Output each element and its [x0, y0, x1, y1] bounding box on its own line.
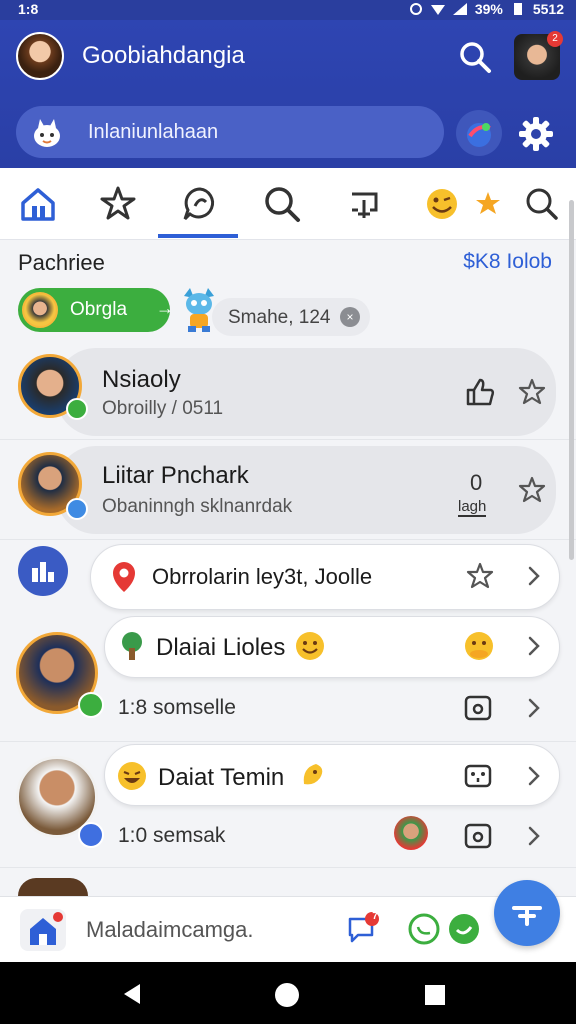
activity-button[interactable]: [456, 110, 502, 156]
home-button[interactable]: [20, 909, 66, 951]
hugging-face-icon[interactable]: [462, 630, 496, 664]
mascot-icon: [34, 119, 60, 147]
home-icon[interactable]: [18, 184, 58, 224]
star-filled-icon[interactable]: [468, 184, 508, 224]
search-icon-tab[interactable]: [522, 184, 562, 224]
side-digit: 0: [470, 470, 483, 495]
app-logo-avatar: [18, 546, 68, 596]
close-icon[interactable]: ×: [340, 307, 360, 327]
bottom-bar: Maladaimcamga. 7: [0, 896, 576, 962]
list-item[interactable]: Obrrolarin ley3t, Joolle: [0, 540, 576, 616]
online-status-icon: [78, 692, 104, 718]
robot-icon[interactable]: [462, 760, 494, 792]
home-circle-icon[interactable]: [274, 982, 300, 1008]
bubble-text: Dlaiai Lioles: [156, 634, 286, 661]
chevron-right-icon[interactable]: [518, 692, 550, 724]
chat-badge: 7: [372, 911, 378, 922]
chip-label: Smahe, 124: [228, 307, 331, 328]
chip-label: Obrgla: [70, 299, 128, 320]
chevron-right-icon[interactable]: [518, 560, 550, 592]
battery-icon: [513, 3, 522, 15]
profile-avatar[interactable]: [16, 32, 64, 80]
compose-input[interactable]: Maladaimcamga.: [86, 917, 254, 943]
notification-badge: 2: [547, 31, 563, 47]
contact-subtitle: Obaninngh sklnanrdak: [102, 496, 293, 517]
status-bar: 1:8 39% 5512: [0, 0, 576, 20]
search-icon[interactable]: [458, 40, 492, 74]
status-right: 39% 5512: [409, 1, 564, 17]
chip-avatar: [22, 292, 58, 328]
filter-chip-grey[interactable]: Smahe, 124 ×: [212, 298, 370, 336]
list-item[interactable]: Liitar Pnchark Obaninngh sklnanrdak 0 la…: [0, 440, 576, 540]
verified-status-icon: [66, 498, 88, 520]
status-time: 1:8: [18, 1, 39, 17]
battery-percent: 39%: [474, 1, 503, 17]
contact-subtitle: Obroilly / 0511: [102, 398, 224, 419]
search-input[interactable]: Inlaniunlahaan: [16, 106, 444, 158]
back-icon[interactable]: [120, 982, 144, 1006]
message-time: 1:0 semsak: [118, 824, 226, 847]
search-placeholder: Inlaniunlahaan: [88, 121, 219, 143]
message-green-icon[interactable]: [446, 911, 482, 947]
system-nav-bar: [0, 962, 576, 1024]
star-outline-icon[interactable]: [516, 376, 548, 408]
recents-icon[interactable]: [424, 984, 446, 1006]
star-outline-icon[interactable]: [516, 474, 548, 506]
scrollbar[interactable]: [569, 200, 574, 560]
compose-icon: [512, 906, 542, 926]
camera-icon[interactable]: [462, 692, 494, 724]
chevron-right-icon[interactable]: [518, 630, 550, 662]
emoji-sticker-icon: [303, 764, 323, 785]
list-item[interactable]: Daiat Temin 1:0 semsak: [0, 742, 576, 868]
active-tab-indicator: [158, 234, 238, 238]
filter-chip-green[interactable]: Obrgla →: [18, 288, 174, 332]
emoji-icon[interactable]: [422, 184, 462, 224]
colorful-ball-icon: [467, 123, 491, 147]
app-title: Goobiahdangia: [82, 42, 245, 69]
chevron-right-icon[interactable]: [518, 820, 550, 852]
star-icon[interactable]: [98, 184, 138, 224]
bars-icon: [32, 562, 54, 582]
home-icon: [30, 912, 63, 945]
camera-icon[interactable]: [462, 820, 494, 852]
contact-name: Nsiaoly: [102, 366, 181, 393]
tab-bar: [0, 168, 576, 240]
bubble-text: Daiat Temin: [158, 764, 285, 791]
thumbs-up-icon[interactable]: [464, 376, 496, 408]
verified-status-icon: [78, 822, 104, 848]
chip-arrow-icon: →: [156, 298, 174, 318]
star-outline-icon[interactable]: [464, 560, 496, 592]
status-extra: 5512: [532, 1, 564, 17]
list-item[interactable]: Dlaiai Lioles 1:8 somselle: [0, 616, 576, 742]
smiley-icon: [296, 632, 324, 660]
compose-fab-button[interactable]: [494, 880, 560, 946]
section-title: Pachriee: [18, 250, 105, 275]
account-avatar[interactable]: 2: [514, 31, 563, 80]
side-label: lagh: [458, 498, 487, 517]
signal-icon: [452, 3, 467, 15]
settings-gear-icon[interactable]: [516, 114, 556, 154]
search-heart-icon[interactable]: [262, 184, 302, 224]
section-link[interactable]: $K8 Iolob: [463, 250, 552, 274]
online-status-icon: [66, 398, 88, 420]
wifi-icon: [430, 5, 445, 15]
laughing-emoji-icon: [118, 762, 146, 790]
tree-sticker-icon: [122, 632, 142, 660]
location-pin-icon: [113, 562, 135, 592]
share-icon[interactable]: [344, 184, 384, 224]
list-item[interactable]: Nsiaoly Obroilly / 0511: [0, 346, 576, 440]
alarm-icon: [409, 3, 422, 15]
chevron-right-icon[interactable]: [518, 760, 550, 792]
bubble-text: Obrrolarin ley3t, Joolle: [152, 564, 373, 589]
whatsapp-icon[interactable]: [406, 911, 442, 947]
app-header: Goobiahdangia 2 Inlaniunlahaan: [0, 20, 576, 168]
chat-icon[interactable]: [180, 184, 220, 224]
contact-name: Liitar Pnchark: [102, 462, 249, 489]
avatar-partial: [18, 878, 88, 896]
small-avatar: [394, 816, 428, 850]
message-time: 1:8 somselle: [118, 696, 236, 719]
